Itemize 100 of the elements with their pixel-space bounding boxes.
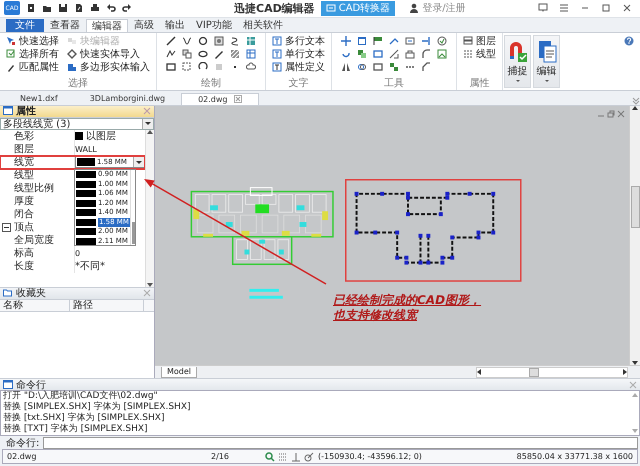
attribute-icon[interactable]	[405, 49, 415, 60]
object-selector[interactable]: 多段线线宽 (3)	[0, 118, 154, 130]
dimension-text-drawing	[249, 288, 283, 298]
scrollbar[interactable]	[630, 391, 639, 436]
document-tab[interactable]: 02.dwg	[181, 92, 258, 105]
link-icon[interactable]	[357, 62, 367, 72]
ribbon-button[interactable]: 属性定义	[272, 60, 325, 74]
zoom-icon[interactable]	[265, 452, 275, 462]
check-icon[interactable]	[437, 36, 447, 46]
properties-icon	[3, 106, 13, 116]
frame-icon[interactable]	[373, 62, 383, 72]
help-icon[interactable]	[624, 36, 634, 46]
status-coordinates: (-150930.4; -43596.12; 0)	[318, 452, 422, 462]
chamfer-icon[interactable]	[421, 62, 431, 72]
color-swatch	[75, 132, 83, 140]
box-icon[interactable]	[373, 49, 383, 60]
ribbon-button[interactable]: 线型	[463, 48, 496, 61]
collapse-icon[interactable]	[2, 222, 11, 232]
polyline-icon[interactable]	[166, 49, 176, 60]
feedback-icon[interactable]	[538, 3, 548, 14]
selected-polyline-drawing[interactable]	[354, 192, 496, 264]
caret-icon	[514, 78, 520, 83]
spline-icon[interactable]	[182, 36, 192, 46]
login-link[interactable]: 登录/注册	[409, 1, 466, 16]
pen-icon[interactable]	[214, 49, 224, 60]
explode-icon[interactable]	[389, 62, 399, 72]
shape-icon[interactable]	[182, 62, 192, 72]
document-tab[interactable]: 3DLamborgini.dwg	[74, 92, 182, 105]
layout-tab[interactable]: Model	[161, 366, 198, 378]
snap-icon[interactable]	[304, 452, 314, 462]
export-icon[interactable]	[74, 3, 84, 14]
property-name: 线型	[13, 168, 35, 182]
scrollbar-thumb[interactable]	[529, 368, 539, 377]
status-page: 2/16	[211, 452, 230, 462]
panel-title: 命令行	[16, 378, 46, 391]
menu-icon[interactable]	[559, 3, 569, 14]
block-icon[interactable]	[405, 36, 415, 46]
table-icon[interactable]	[246, 36, 256, 46]
grid-icon[interactable]	[246, 49, 256, 60]
ribbon-button[interactable]: 单行文本	[272, 48, 325, 61]
scroll-up-icon	[632, 393, 638, 398]
mirror-icon[interactable]	[341, 62, 351, 72]
ribbon-tab[interactable]: 高级	[129, 18, 159, 32]
close-icon[interactable]	[622, 3, 632, 14]
move-icon[interactable]	[341, 36, 351, 46]
ribbon-button[interactable]: 多行文本	[272, 34, 325, 48]
ribbon-tab[interactable]: 输出	[160, 18, 190, 32]
ribbon-button[interactable]: 快速实体导入	[67, 48, 150, 61]
ribbon-large-button[interactable]: 捕捉	[504, 34, 531, 88]
trim-icon[interactable]	[389, 36, 399, 46]
ellipse-icon[interactable]	[198, 49, 208, 60]
log-line: 替换 [SIMPLEX.SHX] 字体为 [SIMPLEX.SHX]	[3, 402, 192, 412]
circle-icon[interactable]	[198, 36, 208, 46]
ribbon-button[interactable]: 快速选择	[6, 34, 59, 48]
scrollbar-thumb[interactable]	[631, 186, 640, 228]
ribbon-button[interactable]: 匹配属性	[6, 60, 59, 74]
ortho-icon[interactable]	[291, 452, 301, 462]
new-file-icon[interactable]	[26, 3, 36, 14]
command-input[interactable]	[43, 436, 638, 449]
redo-icon[interactable]	[122, 3, 132, 14]
ribbon-tab[interactable]: 文件	[6, 18, 44, 32]
rectangle-icon[interactable]	[166, 62, 176, 72]
curve-icon[interactable]	[230, 36, 240, 46]
status-file: 02.dwg	[7, 452, 38, 462]
extend-icon[interactable]	[421, 36, 431, 46]
scrollbar[interactable]	[476, 366, 628, 378]
converter-icon	[326, 3, 336, 14]
ribbon-large-button[interactable]: 编辑	[533, 34, 560, 88]
scale-icon[interactable]	[389, 49, 399, 60]
window-icon[interactable]	[357, 36, 367, 46]
property-name: 闭合	[13, 208, 35, 221]
undo-icon[interactable]	[106, 3, 116, 14]
image-icon[interactable]	[437, 49, 447, 60]
line-icon[interactable]	[166, 36, 176, 46]
group-icon[interactable]	[357, 49, 367, 60]
ribbon-tab[interactable]: 查看器	[45, 18, 85, 32]
scrollbar[interactable]	[629, 106, 640, 366]
save-icon[interactable]	[58, 3, 68, 14]
ribbon-tab[interactable]: 编辑器	[86, 18, 128, 32]
ribbon-button[interactable]: 多边形实体输入	[67, 60, 150, 74]
cloud-icon[interactable]	[246, 62, 256, 72]
property-name: 线型比例	[13, 182, 55, 195]
ribbon-tab[interactable]: VIP功能	[191, 18, 237, 32]
document-tab[interactable]: New1.dxf	[4, 92, 74, 105]
ribbon-button[interactable]: 图层	[463, 34, 496, 48]
image-icon[interactable]	[214, 36, 224, 46]
select-icon	[6, 36, 16, 46]
fillet-icon[interactable]	[421, 49, 431, 60]
ribbon-button[interactable]: 选择所有	[6, 48, 59, 61]
restore-icon[interactable]	[607, 110, 615, 118]
print-icon[interactable]	[90, 3, 100, 14]
scrollbar[interactable]	[145, 130, 154, 287]
ribbon-tab[interactable]: 相关软件	[238, 18, 288, 32]
log-line: 替换 [TXT] 字体为 [SIMPLEX.SHX]	[3, 424, 149, 436]
maximize-icon[interactable]	[601, 3, 611, 14]
property-name: 标高	[13, 246, 35, 260]
grid-icon[interactable]	[278, 452, 288, 462]
folder-icon[interactable]	[42, 3, 52, 14]
flag-icon[interactable]	[373, 36, 383, 46]
copy-icon[interactable]	[182, 49, 192, 60]
